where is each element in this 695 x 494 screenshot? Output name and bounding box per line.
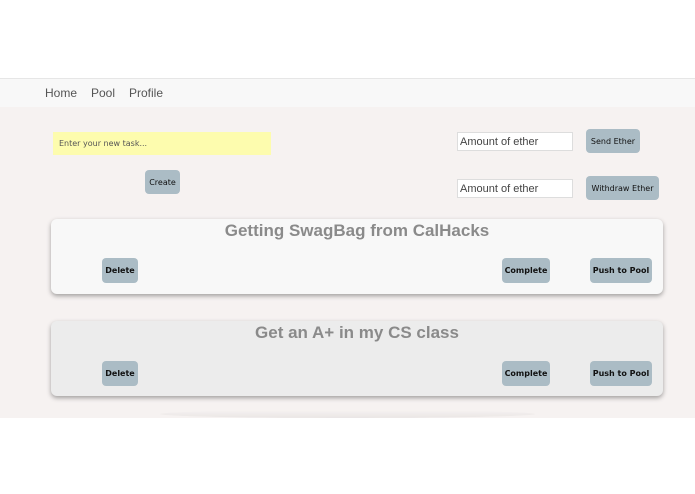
nav-profile-link[interactable]: Profile (129, 86, 163, 100)
task-card: Getting SwagBag from CalHacks Delete Com… (51, 219, 663, 294)
task-title: Getting SwagBag from CalHacks (224, 221, 490, 240)
navbar: Home Pool Profile (0, 78, 695, 108)
task-card: Get an A+ in my CS class Delete Complete… (51, 321, 663, 396)
create-task-button[interactable]: Create (145, 170, 180, 194)
push-to-pool-button[interactable]: Push to Pool (590, 361, 652, 386)
send-ether-button[interactable]: Send Ether (586, 129, 640, 153)
next-card-shadow (160, 410, 535, 418)
complete-task-button[interactable]: Complete (502, 361, 550, 386)
new-task-input[interactable] (53, 132, 271, 155)
delete-task-button[interactable]: Delete (102, 361, 138, 386)
task-title: Get an A+ in my CS class (255, 323, 459, 342)
nav-home-link[interactable]: Home (45, 86, 77, 100)
withdraw-ether-amount-input[interactable] (457, 179, 573, 198)
nav-pool-link[interactable]: Pool (91, 86, 115, 100)
withdraw-ether-button[interactable]: Withdraw Ether (586, 176, 659, 200)
complete-task-button[interactable]: Complete (502, 258, 550, 283)
push-to-pool-button[interactable]: Push to Pool (590, 258, 652, 283)
delete-task-button[interactable]: Delete (102, 258, 138, 283)
send-ether-amount-input[interactable] (457, 132, 573, 151)
